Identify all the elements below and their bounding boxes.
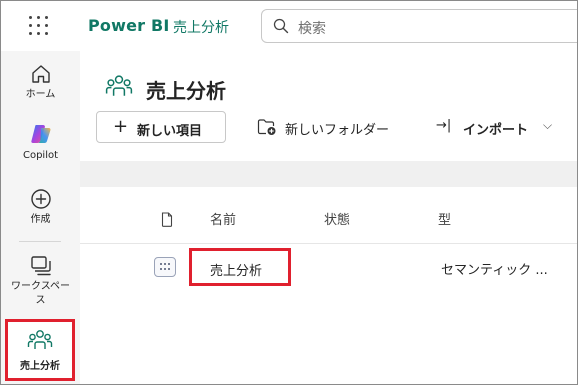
app-window: Power BI 売上分析 検索 ホーム Copilot 作成 ワークスペース … bbox=[0, 0, 578, 385]
item-name-link[interactable]: 売上分析 bbox=[189, 248, 291, 286]
app-launcher-icon[interactable] bbox=[29, 16, 49, 36]
new-item-button[interactable]: + 新しい項目 bbox=[96, 111, 226, 143]
app-name[interactable]: Power BI bbox=[88, 16, 170, 35]
nav-current-workspace[interactable]: 売上分析 bbox=[5, 319, 75, 381]
create-icon bbox=[30, 189, 51, 209]
file-type-icon bbox=[161, 212, 173, 227]
import-arrow-icon: →| bbox=[436, 118, 452, 133]
chevron-down-icon: ⌵ bbox=[543, 118, 553, 132]
new-folder-label: 新しいフォルダー bbox=[285, 123, 390, 138]
workspace-title: 売上分析 bbox=[146, 79, 226, 103]
column-header-type[interactable]: 型 bbox=[438, 209, 451, 228]
toolbar-band bbox=[80, 161, 577, 187]
nav-create[interactable]: 作成 bbox=[3, 188, 78, 227]
left-nav-rail: ホーム Copilot 作成 ワークスペース 売上分析 bbox=[1, 51, 80, 384]
plus-icon: + bbox=[113, 116, 129, 137]
semantic-model-icon bbox=[154, 257, 176, 277]
nav-copilot-label: Copilot bbox=[22, 150, 59, 161]
table-row[interactable]: 売上分析 セマンティック ... bbox=[80, 244, 577, 290]
item-name: 売上分析 bbox=[210, 264, 263, 279]
workspace-people-icon bbox=[105, 75, 133, 96]
import-label: インポート bbox=[463, 123, 529, 138]
workspace-content: 売上分析 + 新しい項目 新しいフォルダー →| インポート ⌵ 名前 状態 型… bbox=[80, 51, 577, 384]
item-type: セマンティック ... bbox=[441, 263, 548, 278]
search-placeholder: 検索 bbox=[298, 21, 326, 37]
workspace-people-icon bbox=[27, 330, 53, 349]
nav-home-label: ホーム bbox=[25, 89, 56, 100]
top-bar: Power BI 売上分析 検索 bbox=[1, 1, 577, 51]
nav-copilot[interactable]: Copilot bbox=[3, 122, 78, 163]
nav-create-label: 作成 bbox=[30, 214, 51, 225]
copilot-icon bbox=[30, 125, 51, 143]
nav-workspaces-label: ワークスペース bbox=[11, 281, 70, 306]
column-header-status[interactable]: 状態 bbox=[324, 209, 350, 228]
nav-home[interactable]: ホーム bbox=[3, 63, 78, 102]
workspaces-icon bbox=[30, 256, 51, 276]
search-icon bbox=[273, 18, 289, 34]
search-box[interactable]: 検索 bbox=[261, 9, 577, 43]
new-item-label: 新しい項目 bbox=[137, 124, 203, 139]
column-header-name[interactable]: 名前 bbox=[210, 209, 236, 228]
nav-current-workspace-label: 売上分析 bbox=[20, 361, 60, 372]
new-folder-icon bbox=[257, 119, 276, 135]
table-header: 名前 状態 型 bbox=[80, 203, 577, 244]
home-icon bbox=[31, 65, 50, 83]
breadcrumb-workspace[interactable]: 売上分析 bbox=[173, 17, 229, 37]
nav-workspaces[interactable]: ワークスペース bbox=[3, 255, 78, 308]
rail-divider bbox=[19, 241, 61, 242]
